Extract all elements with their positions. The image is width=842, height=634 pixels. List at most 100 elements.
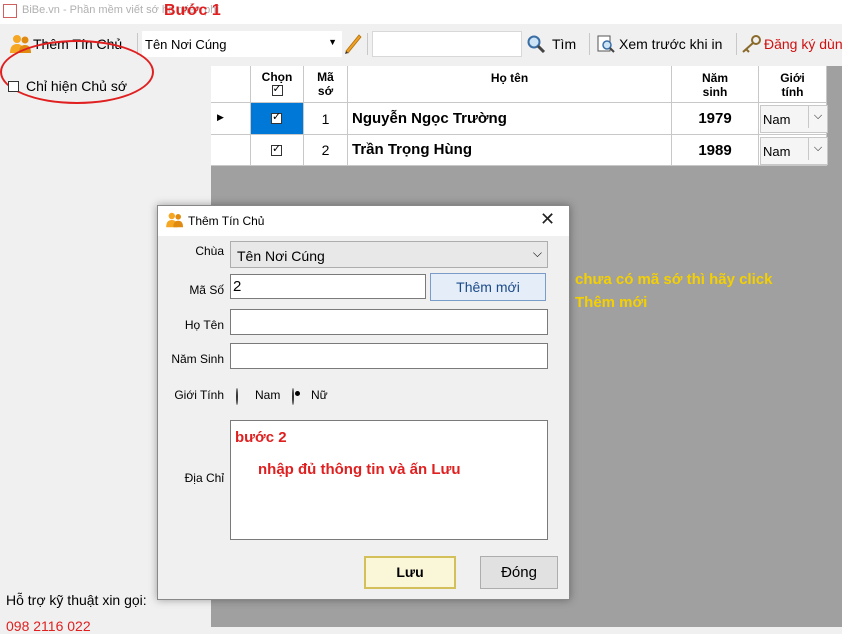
row-header[interactable] (211, 135, 251, 166)
gender-select-value: Nam (763, 144, 791, 159)
toolbar-separator (736, 33, 737, 55)
chevron-down-icon: ⌵ (532, 246, 542, 260)
place-combo-value: Tên Nơi Cúng (145, 37, 227, 52)
add-new-button[interactable]: Thêm mới (430, 273, 546, 301)
search-button[interactable]: Tìm (524, 31, 582, 57)
step1-highlight-circle (0, 40, 154, 104)
toolbar-separator (589, 33, 590, 55)
table-row-select-cell[interactable] (251, 103, 304, 135)
register-label: Đăng ký dùn (764, 36, 842, 52)
gender-radio-nam-label: Nam (255, 388, 281, 402)
column-header-ma-so[interactable]: Mã sớ (304, 66, 348, 103)
row-header[interactable]: ▶ (211, 103, 251, 135)
ho-ten-label: Họ Tên (184, 318, 224, 332)
gender-select-value: Nam (763, 112, 791, 127)
chevron-down-icon: ▼ (328, 37, 337, 47)
ma-so-field[interactable]: 2 (230, 274, 426, 299)
support-label: Hỗ trợ kỹ thuật xin gọi: (6, 592, 147, 608)
table-cell-gioi-tinh: Nam ⌵ (759, 103, 828, 135)
gender-radio-nam-button[interactable] (236, 388, 238, 405)
step1-annotation: Bước 1 (164, 2, 221, 19)
select-all-checkbox[interactable] (271, 82, 283, 96)
gender-radio-nu[interactable]: Nữ (292, 387, 342, 405)
column-header-nam-sinh[interactable]: Năm sinh (672, 66, 759, 103)
search-input[interactable] (372, 31, 522, 57)
chua-select[interactable]: Tên Nơi Cúng ⌵ (230, 241, 548, 268)
gender-radio-nu-button[interactable] (292, 388, 294, 405)
table-cell-nam-sinh: 1989 (672, 135, 759, 166)
gender-select[interactable]: Nam ⌵ (760, 137, 828, 165)
gender-radio-nu-label: Nữ (311, 388, 328, 402)
close-button-label: Đóng (501, 564, 537, 581)
chevron-down-icon: ⌵ (808, 106, 827, 128)
nam-sinh-value: 1989 (698, 142, 732, 159)
preview-icon (597, 35, 615, 53)
step2-annotation: bước 2 (235, 429, 287, 446)
ho-ten-field[interactable] (230, 309, 548, 335)
add-owner-dialog: Thêm Tín Chủ ✕ Chùa Tên Nơi Cúng ⌵ Mã Số… (157, 205, 570, 600)
table-cell-ma-so: 2 (304, 135, 348, 166)
people-icon (166, 212, 183, 228)
close-icon[interactable]: ✕ (540, 209, 555, 230)
dia-chi-field[interactable]: bước 2 nhập đủ thông tin và ấn Lưu (230, 420, 548, 540)
toolbar: Thêm Tín Chủ Tên Nơi Cúng ▼ Tìm Xem trướ… (0, 26, 842, 104)
column-header-nam-sinh-label: Năm sinh (701, 71, 728, 99)
nam-sinh-value: 1979 (698, 110, 732, 127)
ho-ten-value: Nguyễn Ngọc Trường (352, 110, 507, 127)
pencil-icon[interactable] (343, 32, 363, 54)
preview-label: Xem trước khi in (619, 36, 723, 52)
search-icon (527, 35, 546, 53)
register-button[interactable]: Đăng ký dùn (740, 31, 842, 57)
place-combo[interactable]: Tên Nơi Cúng ▼ (142, 31, 342, 57)
row-select-checkbox[interactable] (271, 142, 282, 156)
ma-so-value: 1 (321, 111, 330, 127)
dialog-title-bar: Thêm Tín Chủ ✕ (158, 206, 569, 236)
column-header-ho-ten-label: Họ tên (490, 71, 529, 85)
column-header-ho-ten[interactable]: Họ tên (348, 66, 672, 103)
chua-select-value: Tên Nơi Cúng (237, 248, 325, 264)
preview-button[interactable]: Xem trước khi in (594, 31, 734, 57)
save-button-label: Lưu (396, 564, 424, 580)
search-label: Tìm (552, 36, 577, 52)
ma-so-label: Mã Số (189, 283, 224, 297)
column-header-ma-so-label: Mã sớ (317, 70, 334, 98)
table-cell-ho-ten: Trần Trọng Hùng (348, 135, 672, 166)
key-icon (742, 35, 761, 53)
filter-checkbox[interactable]: Chỉ hiện Chủ sớ (8, 78, 138, 94)
chua-label: Chùa (195, 244, 224, 258)
table-cell-ho-ten: Nguyễn Ngọc Trường (348, 103, 672, 135)
nam-sinh-label: Năm Sinh (171, 352, 224, 366)
nam-sinh-field[interactable] (230, 343, 548, 369)
dia-chi-label: Địa Chỉ (184, 471, 224, 485)
table-row-select-cell[interactable] (251, 135, 304, 166)
table-cell-gioi-tinh: Nam ⌵ (759, 135, 828, 166)
column-header-gioi-tinh[interactable]: Giới tính (759, 66, 827, 103)
title-bar: BiBe.vn - Phần mềm viết sớ hộ miễn phí B… (0, 0, 842, 24)
current-row-arrow-icon: ▶ (217, 112, 224, 122)
table-cell-nam-sinh: 1979 (672, 103, 759, 135)
table-cell-ma-so: 1 (304, 103, 348, 135)
filter-checkbox-label: Chỉ hiện Chủ sớ (26, 78, 128, 94)
ho-ten-value: Trần Trọng Hùng (352, 141, 472, 158)
add-new-button-label: Thêm mới (456, 279, 520, 295)
support-phone: 098 2116 022 (6, 618, 91, 634)
row-select-checkbox[interactable] (271, 110, 282, 124)
ma-so-value: 2 (321, 142, 330, 158)
add-new-hint-line2: Thêm mới (575, 294, 648, 311)
add-new-hint-line1: chưa có mã sớ thì hãy click (575, 271, 773, 288)
grid-row-header-corner (211, 66, 251, 103)
save-button[interactable]: Lưu (364, 556, 456, 589)
gender-select[interactable]: Nam ⌵ (760, 105, 828, 133)
ma-so-field-value: 2 (233, 278, 242, 295)
chevron-down-icon: ⌵ (808, 138, 827, 160)
close-button[interactable]: Đóng (480, 556, 558, 589)
gender-radio-nam[interactable]: Nam (236, 387, 286, 405)
gioi-tinh-label: Giới Tính (174, 388, 224, 402)
toolbar-separator (367, 33, 368, 55)
column-header-chon[interactable]: Chọn (251, 66, 304, 103)
column-header-gioi-tinh-label: Giới tính (780, 71, 805, 99)
app-icon (3, 4, 17, 18)
dialog-title: Thêm Tín Chủ (188, 214, 265, 228)
step2-hint: nhập đủ thông tin và ấn Lưu (258, 461, 461, 478)
filter-checkbox-box[interactable] (8, 81, 19, 92)
